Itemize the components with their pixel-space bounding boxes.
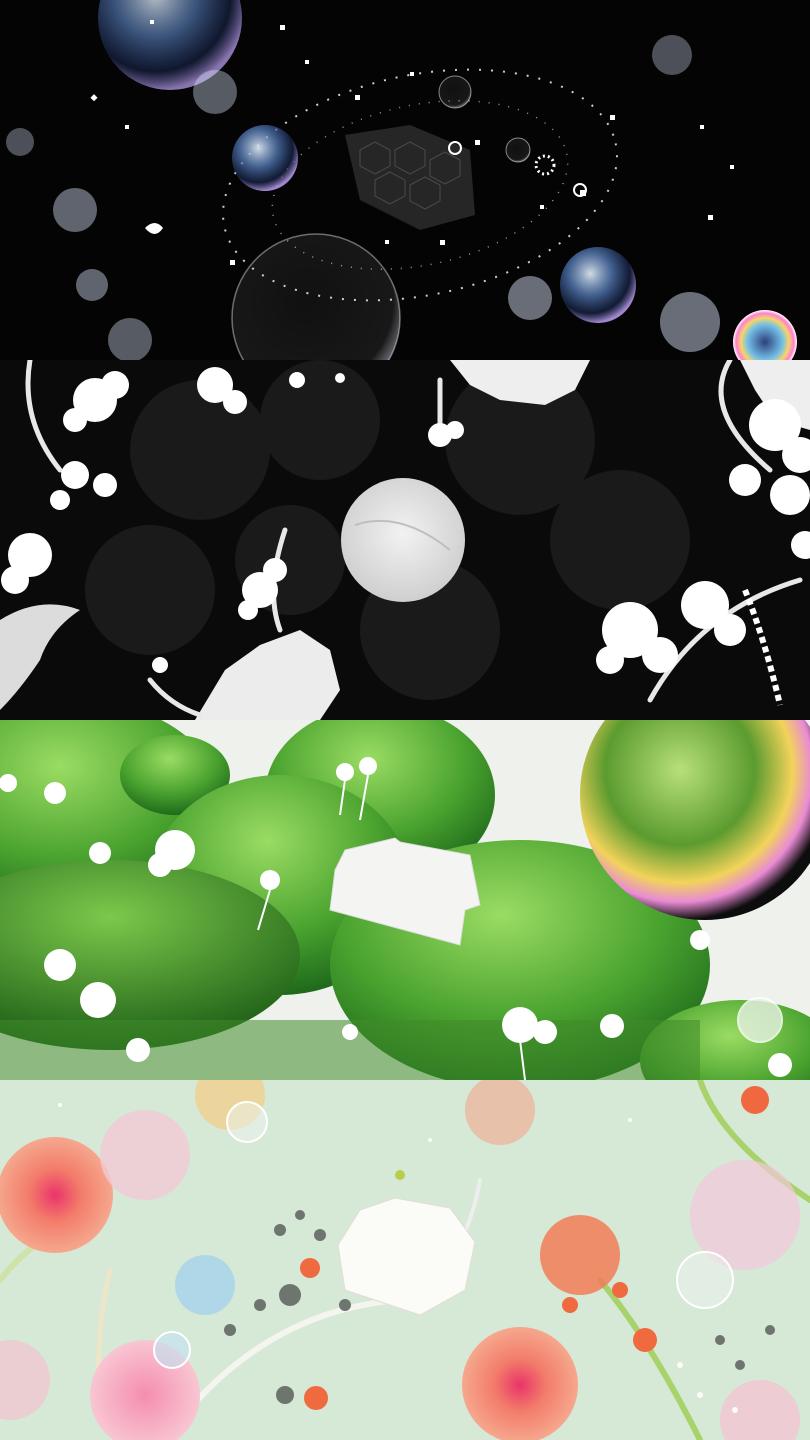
bubble xyxy=(560,247,636,323)
space-scene xyxy=(0,0,810,360)
flower-scene xyxy=(0,360,810,720)
panel-pastel-flowers xyxy=(0,1080,810,1440)
panel-space-bubbles xyxy=(0,0,810,360)
coral-flower xyxy=(462,1327,578,1440)
coral-flower xyxy=(0,1137,113,1253)
bubble xyxy=(676,1251,734,1309)
moss-scene xyxy=(0,720,810,1080)
coral-cluster xyxy=(540,1215,620,1295)
panel-moss-hills xyxy=(0,720,810,1080)
pastel-scene xyxy=(0,1080,810,1440)
pink-flower xyxy=(100,1110,190,1200)
bubble-small xyxy=(438,75,472,109)
bubble xyxy=(232,125,298,191)
center-disc xyxy=(341,478,465,602)
panel-white-flowers xyxy=(0,360,810,720)
blue-flower xyxy=(175,1255,235,1315)
